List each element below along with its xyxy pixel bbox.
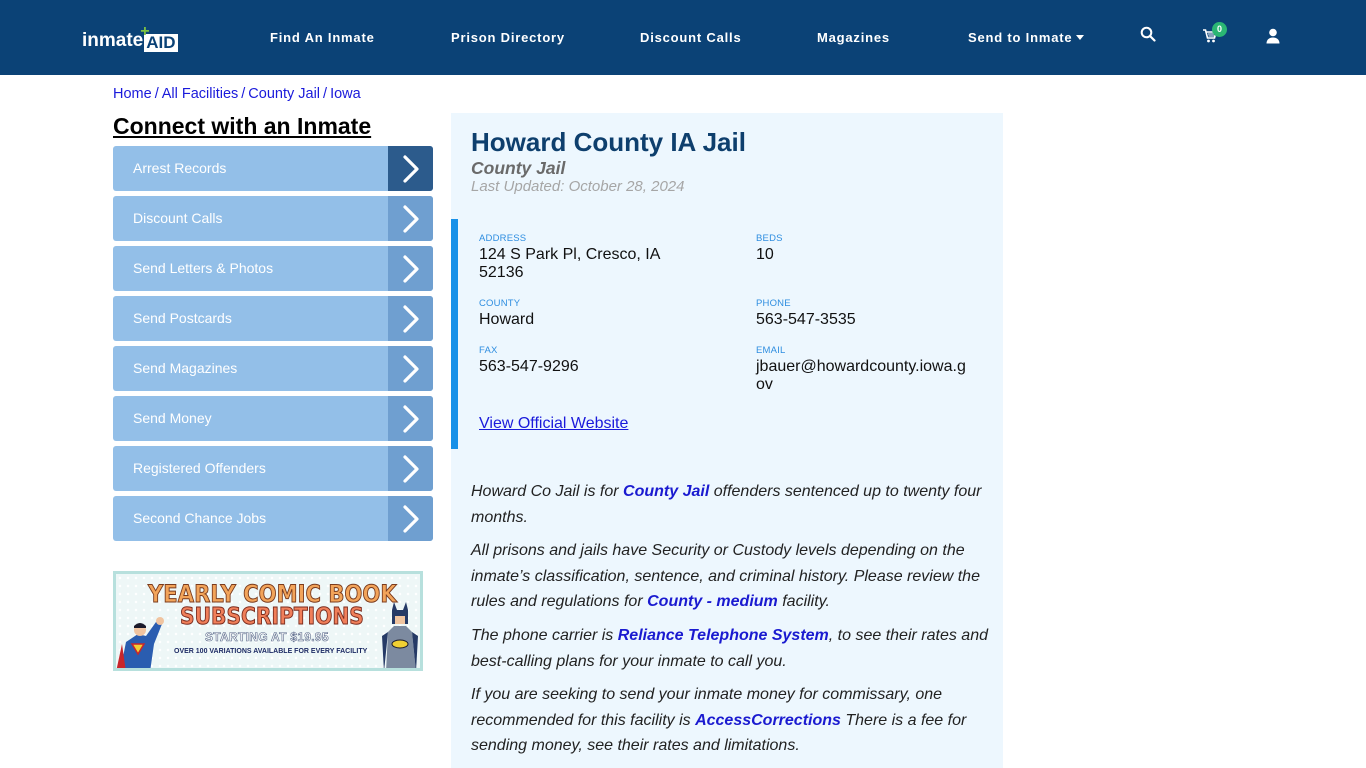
breadcrumb: Home / All Facilities / County Jail / Iowa [113,86,361,102]
phone-value[interactable]: 563-547-3535 [756,311,976,329]
logo-text: inmate [82,30,144,51]
breadcrumb-separator: / [154,86,159,102]
plus-icon: + [140,23,150,40]
nav-prison-directory[interactable]: Prison Directory [451,30,565,45]
phone-carrier-link[interactable]: Reliance Telephone System [618,627,829,644]
chevron-right-icon [388,496,433,541]
beds-label: BEDS [756,233,783,244]
access-corrections-link[interactable]: AccessCorrections [695,712,841,729]
user-icon[interactable] [1266,28,1286,48]
description-paragraph: All prisons and jails have Security or C… [471,538,996,615]
banner-price: STARTING AT $19.95 [205,630,329,645]
search-icon[interactable] [1140,26,1160,46]
beds-field: BEDS 10 [756,233,976,264]
text: The phone carrier is [471,626,618,644]
chevron-right-icon [388,346,433,391]
facility-info-card: ADDRESS 124 S Park Pl, Cresco, IA 52136 … [451,219,1003,449]
cart-count-badge: 0 [1212,22,1227,37]
breadcrumb-separator: / [241,86,246,102]
chevron-right-icon [388,146,433,191]
sidebar-item-label: Send Letters & Photos [133,260,274,276]
email-label: EMAIL [756,345,786,356]
chevron-right-icon [388,446,433,491]
breadcrumb-iowa[interactable]: Iowa [330,86,361,102]
description-paragraph: The phone carrier is Reliance Telephone … [471,623,996,674]
sidebar-item-send-money[interactable]: Send Money [113,396,433,441]
caret-down-icon [1076,35,1085,41]
breadcrumb-county-jail[interactable]: County Jail [248,86,320,102]
sidebar-item-second-chance-jobs[interactable]: Second Chance Jobs [113,496,433,541]
sidebar-item-label: Second Chance Jobs [133,510,267,526]
chevron-right-icon [388,246,433,291]
nav-discount-calls[interactable]: Discount Calls [640,30,742,45]
banner-subheadline: SUBSCRIPTIONS [180,604,365,631]
chevron-right-icon [388,196,433,241]
sidebar-item-arrest-records[interactable]: Arrest Records [113,146,433,191]
inmateaid-logo[interactable]: inmate + AID [82,24,178,52]
sidebar-item-label: Send Magazines [133,360,238,376]
breadcrumb-separator: / [323,86,328,102]
banner-tagline: OVER 100 VARIATIONS AVAILABLE FOR EVERY … [174,648,368,655]
facility-description: Howard Co Jail is for County Jail offend… [471,479,996,767]
nav-find-an-inmate[interactable]: Find An Inmate [270,30,375,45]
description-paragraph: If you are seeking to send your inmate m… [471,682,996,759]
sidebar-item-registered-offenders[interactable]: Registered Offenders [113,446,433,491]
top-navbar: inmate + AID Find An Inmate Prison Direct… [0,0,1366,75]
sidebar-item-label: Registered Offenders [133,460,266,476]
email-value[interactable]: jbauer@howardcounty.iowa.gov [756,358,968,394]
logo-accent-text: AID [146,33,176,52]
description-paragraph: Howard Co Jail is for County Jail offend… [471,479,996,530]
facility-type: County Jail [471,158,566,178]
sidebar-item-send-letters-photos[interactable]: Send Letters & Photos [113,246,433,291]
beds-value: 10 [756,246,774,263]
address-label: ADDRESS [479,233,527,244]
address-value: 124 S Park Pl, Cresco, IA 52136 [479,246,660,281]
sidebar-item-send-postcards[interactable]: Send Postcards [113,296,433,341]
nav-send-to-inmate[interactable]: Send to Inmate [968,30,1085,45]
last-updated: Last Updated: October 28, 2024 [471,178,685,195]
fax-label: FAX [479,345,498,356]
logo-accent: + AID [140,24,178,52]
nav-send-to-inmate-label: Send to Inmate [968,30,1073,45]
sidebar-item-label: Send Postcards [133,310,232,326]
nav-magazines[interactable]: Magazines [817,30,890,45]
text: facility. [777,593,830,611]
fax-value: 563-547-9296 [479,358,579,375]
superhero-left-image [116,617,164,668]
sidebar-item-discount-calls[interactable]: Discount Calls [113,196,433,241]
connect-with-inmate-heading[interactable]: Connect with an Inmate [113,113,371,140]
phone-field: PHONE 563-547-3535 [756,298,976,329]
comic-subscription-banner[interactable]: YEARLY COMIC BOOK SUBSCRIPTIONS STARTING… [113,571,423,671]
county-medium-link[interactable]: County - medium [647,593,778,610]
view-official-website-link[interactable]: View Official Website [479,415,628,433]
chevron-right-icon [388,396,433,441]
county-field: COUNTY Howard [479,298,699,329]
facility-name: Howard County IA Jail [471,127,746,157]
sidebar-item-label: Arrest Records [133,160,227,176]
county-value: Howard [479,311,535,328]
superhero-right-image [382,602,418,668]
chevron-right-icon [388,296,433,341]
facility-panel: Howard County IA Jail County Jail Last U… [451,113,1003,768]
sidebar-item-label: Send Money [133,410,212,426]
phone-label: PHONE [756,298,791,309]
sidebar-item-label: Discount Calls [133,210,223,226]
sidebar-item-send-magazines[interactable]: Send Magazines [113,346,433,391]
address-field: ADDRESS 124 S Park Pl, Cresco, IA 52136 [479,233,689,282]
breadcrumb-all-facilities[interactable]: All Facilities [162,86,239,102]
text: Howard Co Jail is for [471,483,624,500]
fax-field: FAX 563-547-9296 [479,345,699,376]
county-jail-link[interactable]: County Jail [623,483,709,500]
county-label: COUNTY [479,298,521,309]
breadcrumb-home[interactable]: Home [113,86,152,102]
email-field: EMAIL jbauer@howardcounty.iowa.gov [756,345,968,394]
